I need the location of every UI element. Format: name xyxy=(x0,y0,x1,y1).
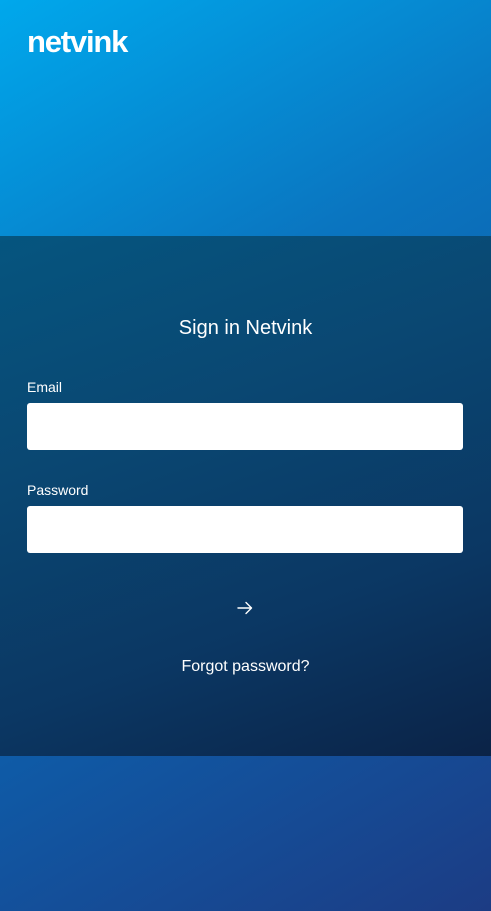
password-field[interactable] xyxy=(27,506,463,553)
sign-in-submit-button[interactable] xyxy=(229,594,261,622)
netvink-logo: netvink xyxy=(27,24,128,59)
email-label: Email xyxy=(27,379,63,395)
password-label: Password xyxy=(27,482,89,498)
sign-in-panel: Sign in Netvink Email Password Forgot pa… xyxy=(0,236,491,756)
arrow-right-icon xyxy=(237,601,253,615)
forgot-password-link[interactable]: Forgot password? xyxy=(0,657,491,677)
email-field[interactable] xyxy=(27,403,463,450)
page-title: Sign in Netvink xyxy=(178,317,313,339)
